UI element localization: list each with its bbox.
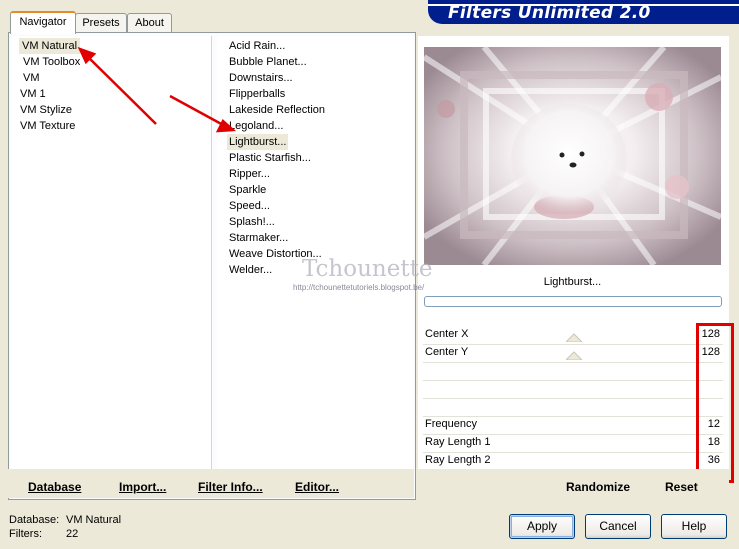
slider-thumb-icon[interactable] bbox=[566, 350, 582, 360]
filter-item[interactable]: Legoland... bbox=[229, 118, 283, 134]
filter-item[interactable]: Plastic Starfish... bbox=[229, 150, 311, 166]
filter-list[interactable]: Acid Rain... Bubble Planet... Downstairs… bbox=[217, 36, 413, 469]
param-empty bbox=[423, 381, 723, 399]
status-filters-value: 22 bbox=[66, 528, 79, 540]
param-label: Ray Length 1 bbox=[425, 436, 491, 448]
preview-artwork bbox=[424, 47, 721, 265]
param-label: Ray Length 2 bbox=[425, 454, 491, 466]
filter-item[interactable]: Speed... bbox=[229, 198, 270, 214]
category-list[interactable]: VM Natural VM Toolbox VM VM 1 VM Stylize… bbox=[11, 36, 212, 469]
import-button[interactable]: Import... bbox=[119, 480, 166, 494]
preview-image bbox=[424, 47, 721, 265]
category-item-vm-1[interactable]: VM 1 bbox=[20, 86, 46, 102]
filter-item[interactable]: Starmaker... bbox=[229, 230, 288, 246]
filter-item[interactable]: Ripper... bbox=[229, 166, 270, 182]
category-item-vm-stylize[interactable]: VM Stylize bbox=[20, 102, 72, 118]
param-ray-length-1[interactable]: Ray Length 1 18 bbox=[423, 435, 723, 453]
category-item-vm-toolbox[interactable]: VM Toolbox bbox=[23, 54, 80, 70]
category-item-vm[interactable]: VM bbox=[23, 70, 40, 86]
filter-item[interactable]: Welder... bbox=[229, 262, 272, 278]
status-database-label: Database: bbox=[9, 514, 60, 526]
filter-item-selected[interactable]: Lightburst... bbox=[227, 134, 289, 150]
param-empty bbox=[423, 363, 723, 381]
progress-bar bbox=[424, 296, 722, 307]
watermark-url: http://tchounettetutoriels.blogspot.be/ bbox=[293, 283, 425, 292]
category-item-vm-natural[interactable]: VM Natural bbox=[19, 38, 81, 54]
preview-filter-label: Lightburst... bbox=[543, 276, 602, 288]
category-item-vm-texture[interactable]: VM Texture bbox=[20, 118, 75, 134]
filter-item[interactable]: Acid Rain... bbox=[229, 38, 285, 54]
filter-item[interactable]: Splash!... bbox=[229, 214, 275, 230]
filter-item[interactable]: Downstairs... bbox=[229, 70, 293, 86]
reset-button[interactable]: Reset bbox=[665, 480, 698, 494]
banner-title: Filters Unlimited 2.0 bbox=[448, 3, 651, 23]
cancel-button[interactable]: Cancel bbox=[585, 514, 651, 539]
param-label: Center Y bbox=[425, 346, 469, 358]
param-center-x[interactable]: Center X 128 bbox=[423, 327, 723, 345]
param-label: Center X bbox=[425, 328, 469, 340]
tab-navigator[interactable]: Navigator bbox=[10, 11, 76, 34]
param-frequency[interactable]: Frequency 12 bbox=[423, 417, 723, 435]
highlight-box bbox=[696, 323, 734, 483]
filter-item[interactable]: Flipperballs bbox=[229, 86, 285, 102]
filter-item[interactable]: Sparkle bbox=[229, 182, 266, 198]
tab-presets[interactable]: Presets bbox=[75, 13, 127, 32]
watermark-text: Tchounette bbox=[302, 256, 433, 282]
help-button[interactable]: Help bbox=[661, 514, 727, 539]
filter-item[interactable]: Lakeside Reflection bbox=[229, 102, 325, 118]
param-center-y[interactable]: Center Y 128 bbox=[423, 345, 723, 363]
status-database-value: VM Natural bbox=[66, 514, 122, 526]
database-button[interactable]: Database bbox=[28, 480, 81, 494]
filter-info-button[interactable]: Filter Info... bbox=[198, 480, 263, 494]
tab-about[interactable]: About bbox=[127, 13, 172, 32]
param-label: Frequency bbox=[425, 418, 477, 430]
apply-button[interactable]: Apply bbox=[509, 514, 575, 539]
filter-item[interactable]: Bubble Planet... bbox=[229, 54, 307, 70]
randomize-button[interactable]: Randomize bbox=[566, 480, 630, 494]
slider-thumb-icon[interactable] bbox=[566, 332, 582, 342]
status-filters-label: Filters: bbox=[9, 528, 42, 540]
editor-button[interactable]: Editor... bbox=[295, 480, 339, 494]
param-empty bbox=[423, 399, 723, 417]
